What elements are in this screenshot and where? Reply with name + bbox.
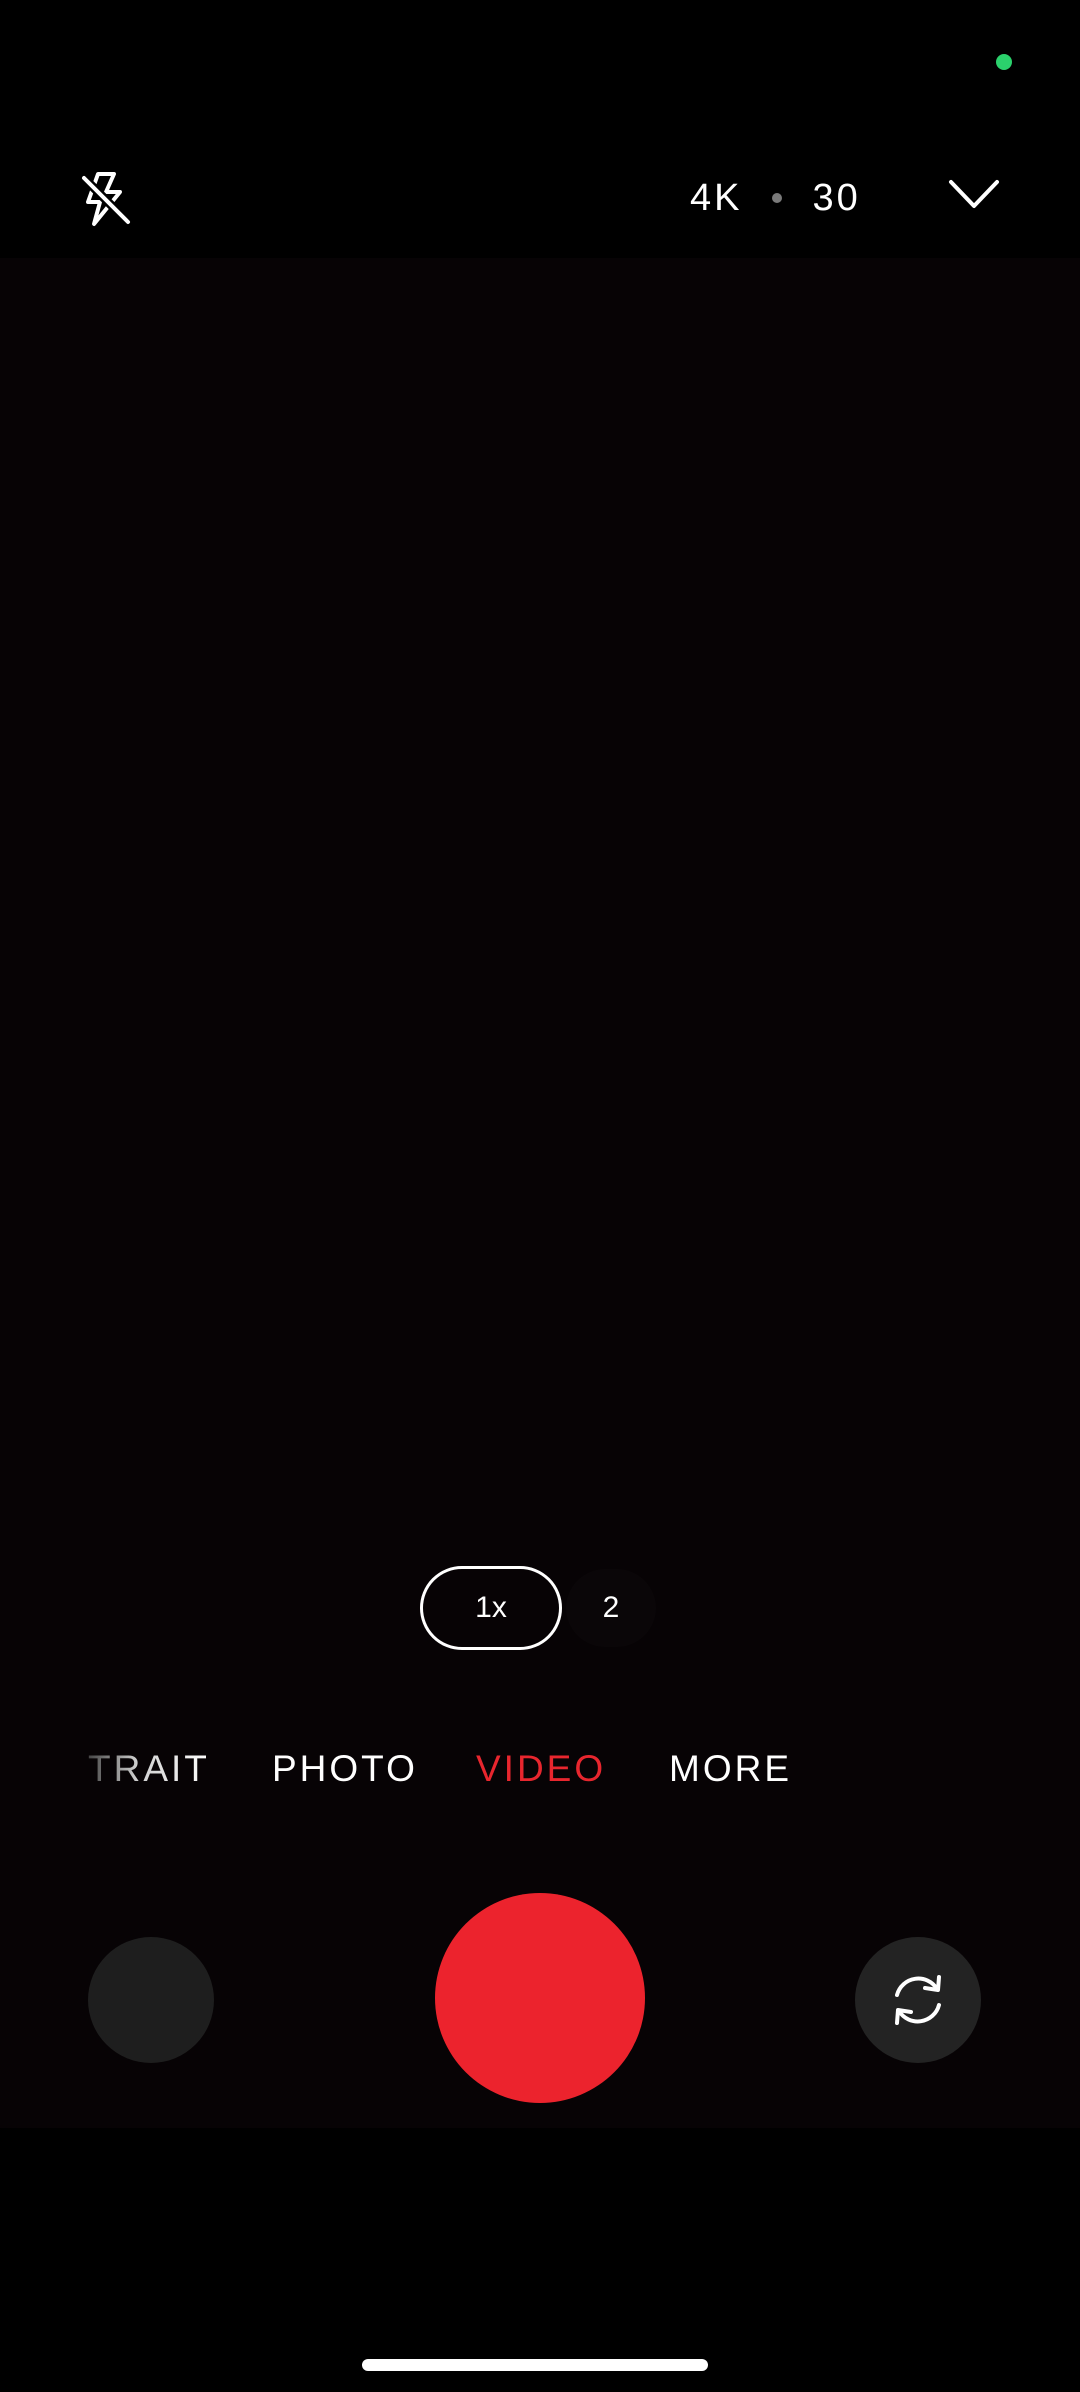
expand-settings-button[interactable] bbox=[942, 160, 1006, 228]
switch-camera-icon bbox=[895, 1975, 941, 2025]
zoom-selector: 1x 2 bbox=[0, 1566, 1080, 1650]
flash-toggle-button[interactable] bbox=[72, 164, 140, 232]
switch-camera-button[interactable] bbox=[855, 1937, 981, 2063]
camera-screen: 4K 30 1x 2 TRAIT PHOTO VIDEO MORE bbox=[0, 0, 1080, 2392]
frame-rate-label[interactable]: 30 bbox=[812, 177, 860, 220]
resolution-label[interactable]: 4K bbox=[690, 177, 742, 220]
viewfinder[interactable] bbox=[0, 258, 1080, 2128]
zoom-2x-button[interactable]: 2 bbox=[566, 1569, 656, 1647]
mode-carousel[interactable]: TRAIT PHOTO VIDEO MORE bbox=[0, 1748, 1080, 1798]
mode-portrait[interactable]: TRAIT bbox=[88, 1748, 210, 1790]
mode-photo[interactable]: PHOTO bbox=[272, 1748, 418, 1790]
top-bar: 4K 30 bbox=[0, 140, 1080, 246]
mode-video[interactable]: VIDEO bbox=[476, 1748, 606, 1790]
mode-more[interactable]: MORE bbox=[669, 1748, 792, 1790]
zoom-1x-button[interactable]: 1x bbox=[420, 1566, 562, 1650]
flash-off-icon bbox=[80, 172, 132, 226]
record-button[interactable] bbox=[435, 1893, 645, 2103]
video-format-selector[interactable]: 4K 30 bbox=[690, 164, 861, 232]
camera-in-use-indicator bbox=[996, 54, 1012, 70]
home-indicator[interactable] bbox=[362, 2359, 708, 2371]
gallery-thumbnail-button[interactable] bbox=[88, 1937, 214, 2063]
chevron-down-icon bbox=[949, 180, 999, 208]
format-separator-dot bbox=[772, 193, 783, 203]
